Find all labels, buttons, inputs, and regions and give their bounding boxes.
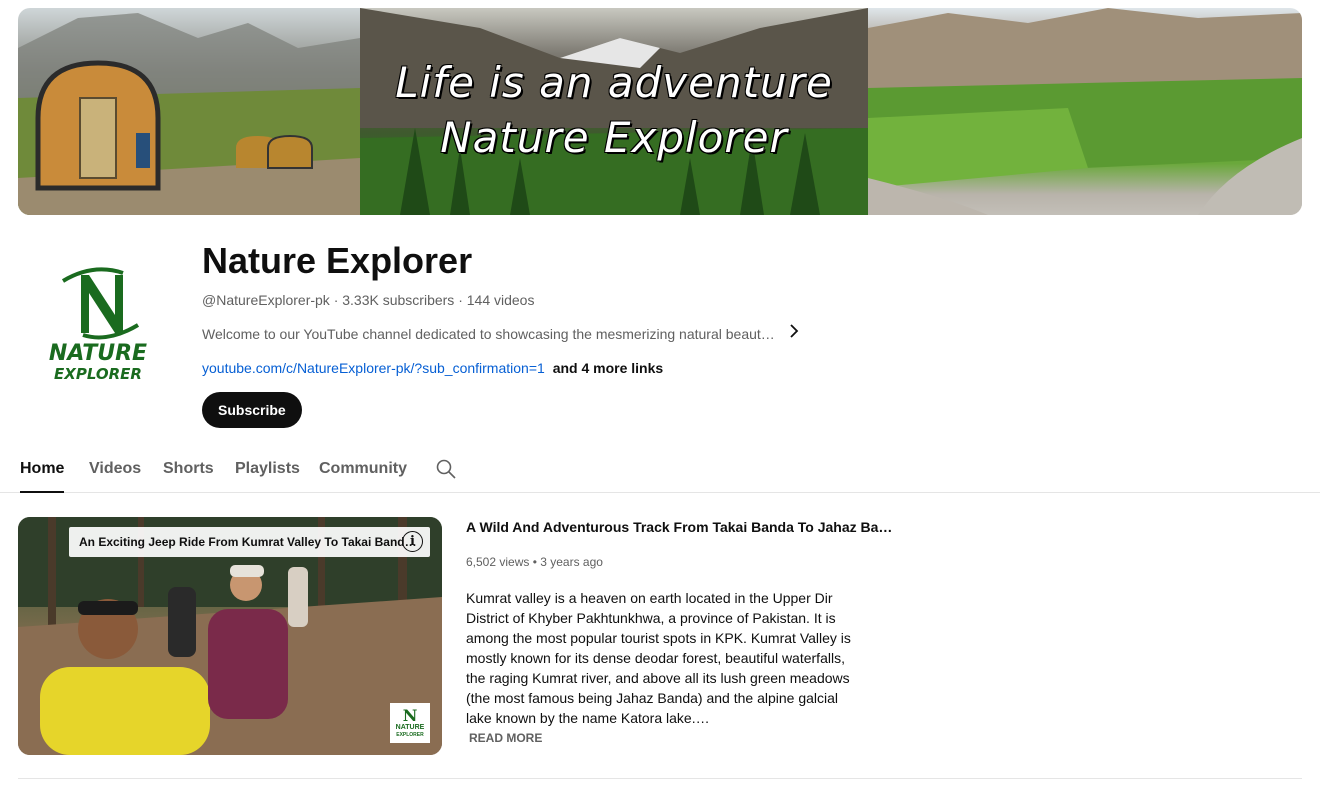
featured-video-meta: 6,502 views • 3 years ago (466, 555, 603, 569)
watermark-letter: N (402, 706, 418, 725)
banner-channel-name: Nature Explorer (440, 113, 788, 162)
channel-description-text: Welcome to our YouTube channel dedicated… (202, 325, 775, 342)
logo-word-explorer: EXPLORER (54, 365, 142, 383)
banner-photo-fields (868, 8, 1302, 215)
channel-description[interactable]: Welcome to our YouTube channel dedicated… (202, 324, 799, 343)
banner-photo-cabin (18, 8, 360, 215)
banner-tagline: Life is an adventure (395, 58, 833, 107)
featured-video-thumbnail[interactable]: An Exciting Jeep Ride From Kumrat Valley… (18, 517, 442, 755)
watermark-word-nature: NATURE (395, 724, 425, 731)
channel-tabs: Home Videos Shorts Playlists Community (0, 448, 1320, 493)
thumbnail-watermark-logo: N NATURE EXPLORER (390, 703, 430, 743)
watermark-word-explorer: EXPLORER (396, 732, 424, 738)
more-links-button[interactable]: and 4 more links (553, 360, 663, 376)
nature-explorer-logo (61, 267, 140, 340)
tab-community[interactable]: Community (319, 460, 407, 493)
tab-videos[interactable]: Videos (89, 460, 141, 493)
chevron-right-icon[interactable] (789, 324, 799, 343)
featured-video-description: Kumrat valley is a heaven on earth locat… (466, 590, 851, 726)
channel-avatar[interactable]: NATURE EXPLORER (18, 243, 178, 403)
channel-title: Nature Explorer (202, 240, 473, 281)
thumbnail-overlay-text: An Exciting Jeep Ride From Kumrat Valley… (79, 535, 417, 549)
channel-links: youtube.com/c/NatureExplorer-pk/?sub_con… (202, 360, 663, 376)
channel-banner: Life is an adventure Nature Explorer (18, 8, 1302, 215)
subscribe-button[interactable]: Subscribe (202, 392, 302, 428)
logo-word-nature: NATURE (48, 341, 148, 366)
tab-shorts[interactable]: Shorts (163, 460, 214, 493)
channel-link[interactable]: youtube.com/c/NatureExplorer-pk/?sub_con… (202, 360, 545, 376)
banner-photo-valley: Life is an adventure Nature Explorer (360, 8, 868, 215)
read-more-button[interactable]: READ MORE (469, 731, 542, 745)
tab-home[interactable]: Home (20, 460, 65, 493)
section-divider (18, 778, 1302, 779)
channel-stats: @NatureExplorer-pk · 3.33K subscribers ·… (202, 292, 535, 308)
search-icon[interactable] (436, 459, 456, 479)
info-icon[interactable]: i (402, 531, 423, 552)
featured-video-title[interactable]: A Wild And Adventurous Track From Takai … (466, 519, 892, 535)
tab-playlists[interactable]: Playlists (235, 460, 300, 493)
thumbnail-overlay-title: An Exciting Jeep Ride From Kumrat Valley… (69, 527, 430, 557)
